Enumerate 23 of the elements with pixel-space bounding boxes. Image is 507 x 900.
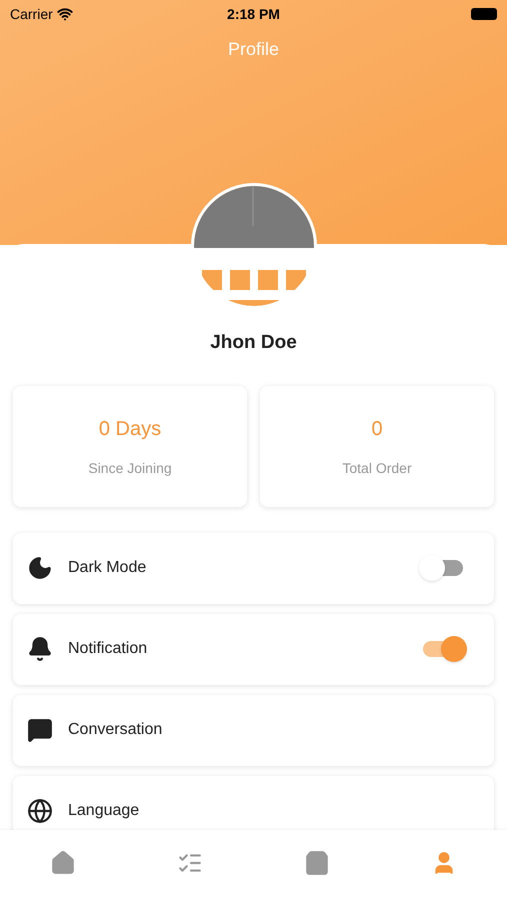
stat-label: Total Order [342, 458, 412, 478]
menu-label: Conversation [68, 720, 164, 740]
status-time: 2:18 PM [227, 4, 280, 24]
page-title: Profile [228, 38, 280, 61]
globe-icon [27, 798, 53, 824]
chat-icon [27, 717, 53, 743]
home-tab-icon[interactable] [50, 850, 76, 876]
menu-label: Notification [68, 639, 148, 659]
moon-icon [27, 555, 53, 581]
bell-icon [27, 636, 53, 662]
menu-item[interactable]: Notification [13, 614, 494, 684]
user-name: Jhon Doe [210, 331, 297, 355]
carrier-label: Carrier [10, 4, 53, 24]
menu-item[interactable]: Dark Mode [13, 532, 494, 604]
menu-label: Dark Mode [68, 558, 148, 578]
stat-value: 0 [371, 416, 383, 442]
menu-label: Language [68, 801, 140, 821]
menu-item[interactable]: Language [13, 776, 494, 830]
stat-label: Since Joining [88, 458, 172, 478]
wifi-icon [56, 6, 73, 22]
battery-icon [470, 8, 497, 20]
menu-item[interactable]: Conversation [13, 694, 494, 766]
stat-value: 0 Days [98, 416, 162, 442]
